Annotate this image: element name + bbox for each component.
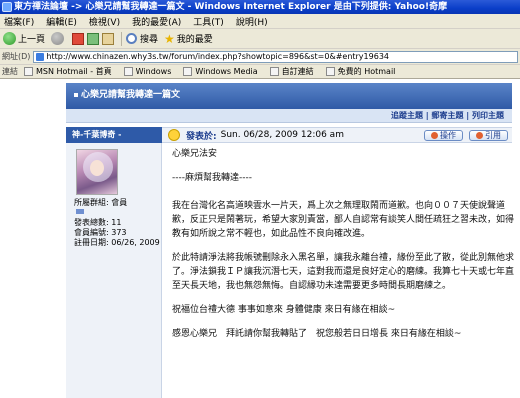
post-paragraph: 祝福位台禮大德 事事如意來 身體健康 來日有緣在相談~ xyxy=(172,305,396,315)
page-icon xyxy=(36,52,45,61)
search-label: 搜尋 xyxy=(140,35,159,45)
link-label: Windows Media xyxy=(195,67,258,76)
link-free-hotmail[interactable]: 免費的 Hotmail xyxy=(325,66,396,77)
link-label: 免費的 Hotmail xyxy=(337,67,396,76)
link-label: MSN Hotmail - 首頁 xyxy=(36,67,112,76)
address-label: 網址(D) xyxy=(2,52,31,61)
operations-icon xyxy=(431,131,438,139)
window-title-bar: 東方禪法論壇 -> 心樂兄請幫我轉達一篇文 - Windows Internet… xyxy=(0,0,520,14)
address-url: http://www.chinazen.why3s.tw/forum/index… xyxy=(46,51,389,61)
group-badge-icon xyxy=(76,209,84,214)
favorites-button[interactable]: ★ 我的最愛 xyxy=(164,32,213,46)
post-header: 神-千葉博奇 - 發表於: Sun. 06/28, 2009 12:06 am … xyxy=(66,127,512,143)
menu-edit[interactable]: 編輯(E) xyxy=(46,15,77,28)
page-margin xyxy=(0,79,66,398)
quote-icon xyxy=(476,131,483,139)
star-icon: ★ xyxy=(164,31,175,46)
topic-actions[interactable]: 追蹤主題 | 郵寄主題 | 列印主題 xyxy=(66,109,512,123)
address-bar: 網址(D) http://www.chinazen.why3s.tw/forum… xyxy=(0,49,520,65)
favorites-label: 我的最愛 xyxy=(176,35,213,45)
stat-posts: 發表總數: 11 xyxy=(74,218,122,227)
stop-icon[interactable] xyxy=(72,32,85,45)
address-input[interactable]: http://www.chinazen.why3s.tw/forum/index… xyxy=(33,50,518,63)
back-button[interactable]: 上一頁 xyxy=(3,32,45,45)
quote-label: 引用 xyxy=(485,130,501,140)
menu-view[interactable]: 檢視(V) xyxy=(89,15,120,28)
stat-registered: 註冊日期: 06/26, 2009 xyxy=(74,238,160,247)
operations-button[interactable]: 操作 xyxy=(424,129,463,141)
back-arrow-icon xyxy=(3,32,16,45)
link-custom[interactable]: 自訂連結 xyxy=(269,66,314,77)
refresh-icon[interactable] xyxy=(87,32,100,45)
links-label: 連結 xyxy=(2,67,18,76)
avatar[interactable] xyxy=(76,149,118,195)
link-page-icon xyxy=(24,67,33,76)
quote-button[interactable]: 引用 xyxy=(469,129,508,141)
post-meta: 發表於: Sun. 06/28, 2009 12:06 am 操作 引用 xyxy=(162,129,512,142)
link-page-icon xyxy=(123,67,133,76)
search-button[interactable]: 搜尋 xyxy=(126,32,158,45)
smiley-icon xyxy=(168,129,180,141)
user-group: 所屬群組: 會員 xyxy=(74,198,128,207)
link-windows-media[interactable]: Windows Media xyxy=(183,67,258,76)
operations-label: 操作 xyxy=(440,130,456,140)
post-subheading: ----麻煩幫我轉達---- xyxy=(172,173,252,183)
post-date: Sun. 06/28, 2009 12:06 am xyxy=(220,130,344,140)
link-page-icon xyxy=(269,67,279,76)
post-paragraph: 我在台灣化名高道映雲水一片天，爲上次之無理取鬧而道歉。也向００７天使說聲道歉，反… xyxy=(172,201,515,239)
toolbar-separator xyxy=(121,31,123,46)
menu-bar: 檔案(F) 編輯(E) 檢視(V) 我的最愛(A) 工具(T) 說明(H) xyxy=(0,14,520,29)
author-panel: 所屬群組: 會員 發表總數: 11 會員編號: 373 註冊日期: 06/26,… xyxy=(66,143,162,398)
bullet-icon xyxy=(74,92,78,97)
post-paragraph: 於此特請淨法將我帳號刪除永入黑名單，讓我永離台禮，緣份至此了散，從此別無他求了。… xyxy=(172,253,515,291)
post-author[interactable]: 神-千葉博奇 - xyxy=(66,127,162,143)
page-content: 心樂兄請幫我轉達一篇文 追蹤主題 | 郵寄主題 | 列印主題 神-千葉博奇 - … xyxy=(0,79,520,398)
link-label: 自訂連結 xyxy=(281,67,314,76)
menu-help[interactable]: 說明(H) xyxy=(236,15,268,28)
link-label: Windows xyxy=(135,67,172,76)
posted-label: 發表於: xyxy=(186,131,217,142)
menu-file[interactable]: 檔案(F) xyxy=(4,15,34,28)
post-body: 心樂兄法安 ----麻煩幫我轉達---- 我在台灣化名高道映雲水一片天，爲上次之… xyxy=(172,147,514,351)
link-page-icon xyxy=(183,67,193,76)
link-page-icon xyxy=(325,67,335,76)
ie-icon xyxy=(2,2,12,12)
topic-header: 心樂兄請幫我轉達一篇文 xyxy=(66,83,512,109)
links-bar: 連結 MSN Hotmail - 首頁 Windows Windows Medi… xyxy=(0,65,520,79)
back-label: 上一頁 xyxy=(18,35,46,45)
menu-tools[interactable]: 工具(T) xyxy=(193,15,224,28)
post-paragraph: 感恩心樂兄 拜託請你幫我轉貼了 祝您般若日日增長 來日有緣在相談~ xyxy=(172,329,462,339)
menu-favorites[interactable]: 我的最愛(A) xyxy=(132,15,181,28)
post-greeting: 心樂兄法安 xyxy=(172,149,218,159)
toolbar: 上一頁 搜尋 ★ 我的最愛 xyxy=(0,29,520,49)
user-stats: 發表總數: 11 會員編號: 373 註冊日期: 06/26, 2009 xyxy=(74,218,160,248)
search-icon xyxy=(126,33,138,44)
window-title: 東方禪法論壇 -> 心樂兄請幫我轉達一篇文 - Windows Internet… xyxy=(14,2,448,12)
avatar-face xyxy=(90,160,104,176)
stat-member-id: 會員編號: 373 xyxy=(74,228,127,237)
forward-arrow-icon xyxy=(51,32,65,45)
home-icon[interactable] xyxy=(102,32,115,45)
link-windows[interactable]: Windows xyxy=(123,67,172,76)
link-msn-hotmail[interactable]: MSN Hotmail - 首頁 xyxy=(24,66,112,77)
forward-button[interactable] xyxy=(51,32,66,45)
topic-title: 心樂兄請幫我轉達一篇文 xyxy=(81,90,181,100)
